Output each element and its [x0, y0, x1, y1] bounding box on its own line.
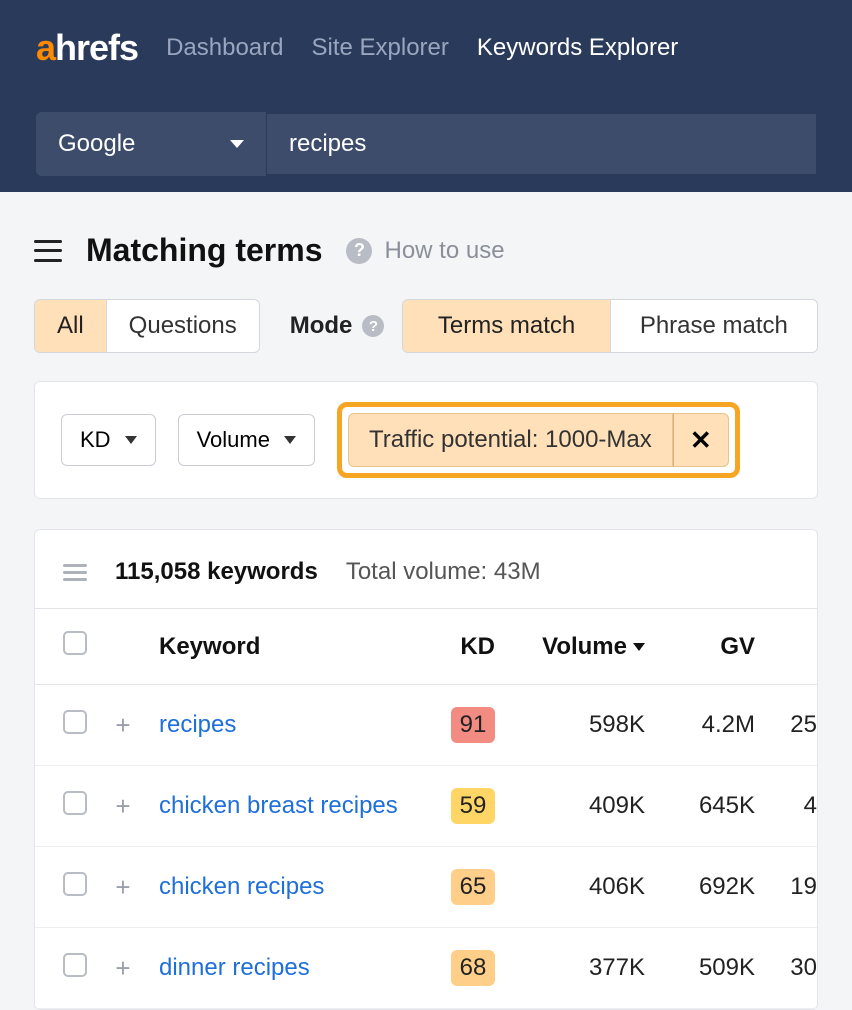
results-table: Keyword KD Volume GV + recipes 91 598K4.2M2…	[35, 608, 817, 1009]
keyword-link[interactable]: recipes	[159, 711, 236, 738]
help-icon: ?	[346, 238, 372, 264]
filter-kd-label: KD	[80, 427, 111, 453]
tab-terms-match[interactable]: Terms match	[403, 300, 610, 352]
search-row: Google	[0, 96, 852, 192]
filters-card: KD Volume Traffic potential: 1000-Max ✕	[34, 381, 818, 499]
menu-icon[interactable]	[34, 240, 62, 262]
close-icon: ✕	[690, 425, 712, 456]
gv-cell: 692K	[657, 847, 767, 928]
extra-cell: 25	[767, 685, 817, 766]
keyword-count: 115,058 keywords	[115, 558, 318, 586]
volume-cell: 409K	[507, 766, 657, 847]
filter-traffic-potential-remove[interactable]: ✕	[673, 413, 729, 467]
logo[interactable]: ahrefs	[36, 27, 138, 69]
content-area: Matching terms ? How to use All Question…	[0, 192, 852, 1010]
nav-dashboard[interactable]: Dashboard	[166, 34, 283, 62]
col-volume-label: Volume	[542, 633, 627, 660]
keyword-search-input[interactable]	[266, 114, 816, 174]
section-header: Matching terms ? How to use	[0, 192, 852, 299]
tab-all[interactable]: All	[35, 300, 107, 352]
filter-traffic-potential-label: Traffic potential: 1000-Max	[369, 426, 652, 454]
extra-cell: 30	[767, 928, 817, 1009]
volume-cell: 377K	[507, 928, 657, 1009]
gv-cell: 645K	[657, 766, 767, 847]
table-row: + chicken recipes 65 406K692K19	[35, 847, 817, 928]
row-checkbox[interactable]	[63, 872, 87, 896]
filter-volume-label: Volume	[197, 427, 270, 453]
page-title: Matching terms	[86, 232, 322, 269]
mode-text: Mode	[290, 312, 353, 340]
row-checkbox[interactable]	[63, 953, 87, 977]
logo-rest: hrefs	[55, 27, 138, 69]
help-icon[interactable]: ?	[362, 315, 384, 337]
filter-volume[interactable]: Volume	[178, 414, 315, 466]
expand-icon[interactable]: +	[111, 953, 135, 984]
top-bar: ahrefs Dashboard Site Explorer Keywords …	[0, 0, 852, 192]
mode-label: Mode ?	[290, 299, 385, 353]
tabs-row: All Questions Mode ? Terms match Phrase …	[0, 299, 852, 353]
select-all-checkbox[interactable]	[63, 631, 87, 655]
tab-questions[interactable]: Questions	[107, 300, 259, 352]
gv-cell: 509K	[657, 928, 767, 1009]
chevron-down-icon	[284, 436, 296, 444]
table-row: + chicken breast recipes 59 409K645K4	[35, 766, 817, 847]
sort-desc-icon	[633, 643, 645, 651]
tab-phrase-match[interactable]: Phrase match	[611, 300, 817, 352]
col-expand	[99, 609, 147, 685]
row-checkbox[interactable]	[63, 710, 87, 734]
expand-icon[interactable]: +	[111, 710, 135, 741]
how-to-use[interactable]: ? How to use	[346, 237, 504, 265]
table-row: + dinner recipes 68 377K509K30	[35, 928, 817, 1009]
col-gv[interactable]: GV	[657, 609, 767, 685]
keyword-link[interactable]: dinner recipes	[159, 954, 310, 981]
keyword-link[interactable]: chicken recipes	[159, 873, 324, 900]
search-engine-label: Google	[58, 130, 135, 158]
chevron-down-icon	[125, 436, 137, 444]
type-tab-group: All Questions	[34, 299, 260, 353]
kd-badge: 91	[451, 707, 495, 743]
list-icon[interactable]	[63, 564, 87, 581]
total-volume: Total volume: 43M	[346, 558, 541, 586]
keyword-link[interactable]: chicken breast recipes	[159, 792, 398, 819]
table-header-row: Keyword KD Volume GV	[35, 609, 817, 685]
filter-traffic-potential[interactable]: Traffic potential: 1000-Max	[348, 413, 673, 467]
kd-badge: 65	[451, 869, 495, 905]
volume-cell: 598K	[507, 685, 657, 766]
chevron-down-icon	[230, 140, 244, 148]
col-kd[interactable]: KD	[417, 609, 507, 685]
col-extra	[767, 609, 817, 685]
filter-traffic-potential-highlight: Traffic potential: 1000-Max ✕	[337, 402, 740, 478]
top-nav-row: ahrefs Dashboard Site Explorer Keywords …	[0, 0, 852, 96]
col-volume[interactable]: Volume	[507, 609, 657, 685]
logo-a: a	[36, 27, 55, 69]
nav-site-explorer[interactable]: Site Explorer	[311, 34, 448, 62]
extra-cell: 4	[767, 766, 817, 847]
kd-badge: 68	[451, 950, 495, 986]
how-to-use-label: How to use	[384, 237, 504, 265]
results-meta: 115,058 keywords Total volume: 43M	[35, 530, 817, 608]
volume-cell: 406K	[507, 847, 657, 928]
mode-tab-group: Terms match Phrase match	[402, 299, 818, 353]
results-card: 115,058 keywords Total volume: 43M Keywo…	[34, 529, 818, 1010]
kd-badge: 59	[451, 788, 495, 824]
extra-cell: 19	[767, 847, 817, 928]
search-engine-select[interactable]: Google	[36, 112, 266, 176]
nav-keywords-explorer[interactable]: Keywords Explorer	[477, 34, 678, 62]
gv-cell: 4.2M	[657, 685, 767, 766]
expand-icon[interactable]: +	[111, 791, 135, 822]
col-checkbox	[35, 609, 99, 685]
filter-kd[interactable]: KD	[61, 414, 156, 466]
table-row: + recipes 91 598K4.2M25	[35, 685, 817, 766]
col-keyword[interactable]: Keyword	[147, 609, 417, 685]
row-checkbox[interactable]	[63, 791, 87, 815]
expand-icon[interactable]: +	[111, 872, 135, 903]
